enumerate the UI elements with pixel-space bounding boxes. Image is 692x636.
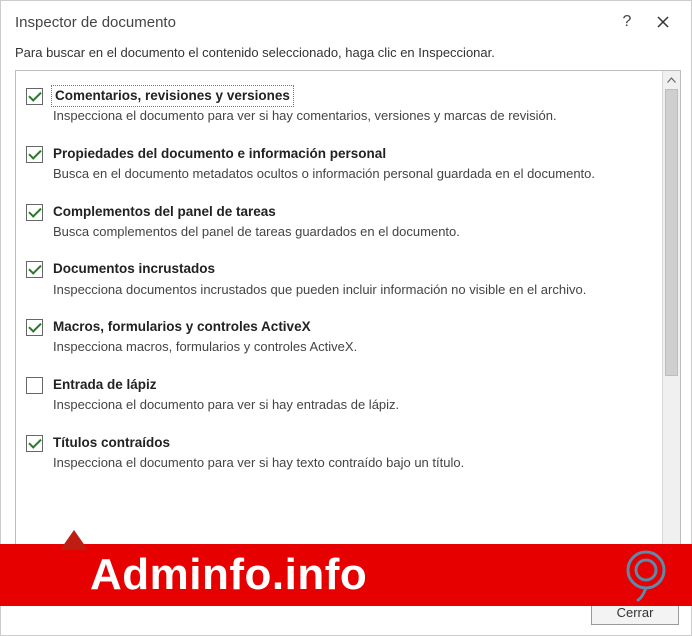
item-text: Propiedades del documento e información … xyxy=(53,145,654,183)
item-checkbox[interactable] xyxy=(26,88,43,105)
item-checkbox[interactable] xyxy=(26,319,43,336)
inspection-list: Comentarios, revisiones y versiones Inspe… xyxy=(15,70,681,587)
instruction-text: Para buscar en el documento el contenido… xyxy=(1,39,691,70)
scroll-thumb[interactable] xyxy=(665,89,678,376)
item-title[interactable]: Títulos contraídos xyxy=(53,434,170,452)
inspection-item: Títulos contraídos Inspecciona el documen… xyxy=(26,428,654,486)
item-title[interactable]: Complementos del panel de tareas xyxy=(53,203,276,221)
item-description: Inspecciona el documento para ver si hay… xyxy=(53,396,650,414)
item-title[interactable]: Propiedades del documento e información … xyxy=(53,145,386,163)
inspection-item: Complementos del panel de tareas Busca co… xyxy=(26,197,654,255)
inspection-item: Documentos incrustados Inspecciona docume… xyxy=(26,254,654,312)
item-description: Inspecciona el documento para ver si hay… xyxy=(53,107,650,125)
inspection-item: Macros, formularios y controles ActiveX I… xyxy=(26,312,654,370)
watermark-text: Adminfo.info xyxy=(90,550,367,600)
item-description: Inspecciona documentos incrustados que p… xyxy=(53,281,650,299)
item-text: Títulos contraídos Inspecciona el documen… xyxy=(53,434,654,472)
scroll-track[interactable] xyxy=(663,89,680,568)
item-description: Inspecciona macros, formularios y contro… xyxy=(53,338,650,356)
item-text: Macros, formularios y controles ActiveX I… xyxy=(53,318,654,356)
item-description: Busca en el documento metadatos ocultos … xyxy=(53,165,650,183)
document-inspector-dialog: Inspector de documento ? Para buscar en … xyxy=(0,0,692,636)
inspection-items-container: Comentarios, revisiones y versiones Inspe… xyxy=(16,71,662,586)
item-description: Inspecciona el documento para ver si hay… xyxy=(53,454,650,472)
dialog-title: Inspector de documento xyxy=(15,14,609,31)
watermark-logo-icon xyxy=(618,546,674,602)
item-text: Comentarios, revisiones y versiones Inspe… xyxy=(53,87,654,125)
item-checkbox[interactable] xyxy=(26,377,43,394)
titlebar: Inspector de documento ? xyxy=(1,1,691,39)
item-checkbox[interactable] xyxy=(26,261,43,278)
item-title[interactable]: Comentarios, revisiones y versiones xyxy=(53,87,292,105)
item-checkbox[interactable] xyxy=(26,204,43,221)
watermark-banner: Adminfo.info xyxy=(0,544,692,606)
inspection-item: Entrada de lápiz Inspecciona el documento… xyxy=(26,370,654,428)
scrollbar[interactable] xyxy=(662,71,680,586)
item-title[interactable]: Documentos incrustados xyxy=(53,260,215,278)
item-text: Documentos incrustados Inspecciona docume… xyxy=(53,260,654,298)
help-button[interactable]: ? xyxy=(609,7,645,37)
item-title[interactable]: Entrada de lápiz xyxy=(53,376,157,394)
item-text: Complementos del panel de tareas Busca co… xyxy=(53,203,654,241)
inspection-item: Propiedades del documento e información … xyxy=(26,139,654,197)
item-checkbox[interactable] xyxy=(26,435,43,452)
item-description: Busca complementos del panel de tareas g… xyxy=(53,223,650,241)
scroll-up-icon[interactable] xyxy=(663,71,680,89)
item-title[interactable]: Macros, formularios y controles ActiveX xyxy=(53,318,311,336)
item-checkbox[interactable] xyxy=(26,146,43,163)
inspection-item: Comentarios, revisiones y versiones Inspe… xyxy=(26,81,654,139)
item-text: Entrada de lápiz Inspecciona el documento… xyxy=(53,376,654,414)
close-icon[interactable] xyxy=(645,7,681,37)
